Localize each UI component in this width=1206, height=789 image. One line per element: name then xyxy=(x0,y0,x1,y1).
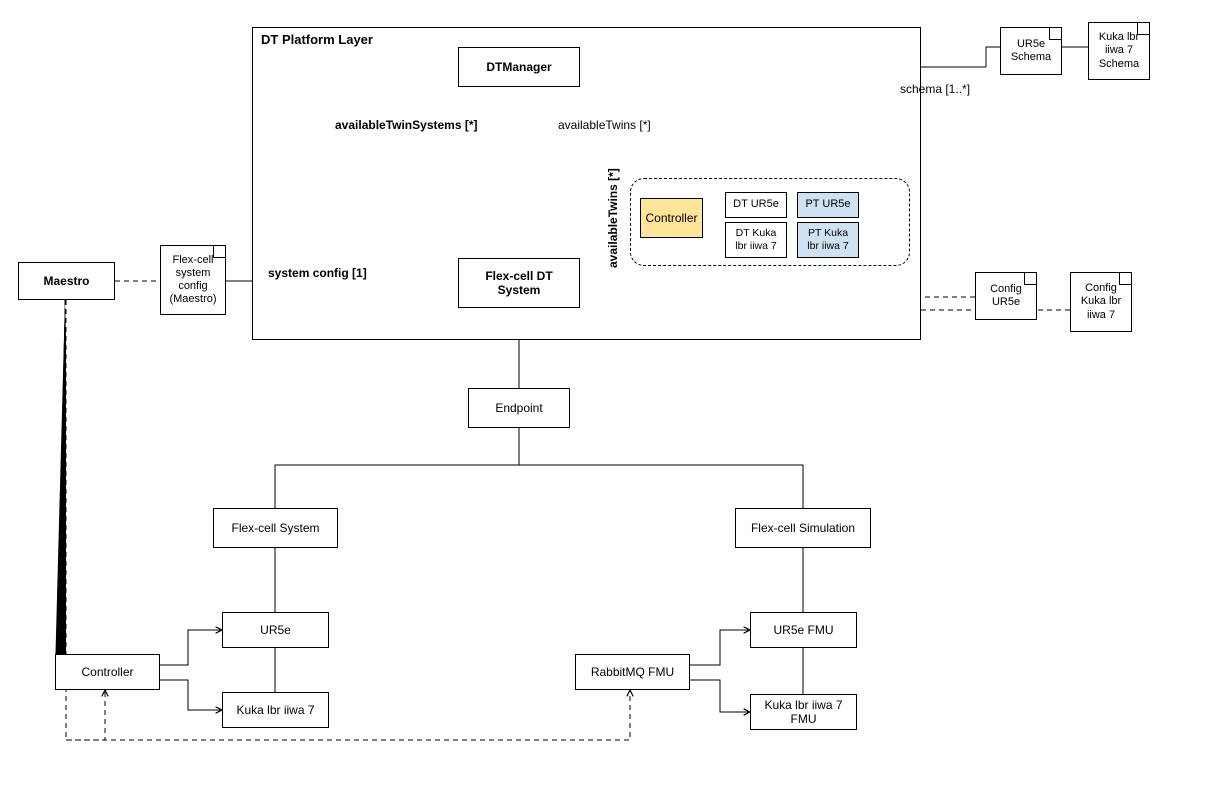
label-available-twins-v: availableTwins [*] xyxy=(606,268,706,282)
maestro-box: Maestro xyxy=(18,262,115,300)
label-available-twins-h: availableTwins [*] xyxy=(558,118,651,132)
kuka-box: Kuka lbr iiwa 7 xyxy=(222,692,329,728)
ur5e-box: UR5e xyxy=(222,612,329,648)
config-kuka-note: Config Kuka lbr iiwa 7 xyxy=(1070,272,1132,332)
ur5e-fmu-box: UR5e FMU xyxy=(750,612,857,648)
flexcell-simulation-box: Flex-cell Simulation xyxy=(735,508,871,548)
flexcell-config-note: Flex-cell system config (Maestro) xyxy=(160,245,226,315)
flexcell-system-label: Flex-cell System xyxy=(231,521,319,535)
pt-ur5e-box: PT UR5e xyxy=(797,192,859,218)
kuka-fmu-label: Kuka lbr iiwa 7 FMU xyxy=(755,698,852,727)
label-available-twin-systems: availableTwinSystems [*] xyxy=(335,118,478,132)
controller-inner-box: Controller xyxy=(640,198,703,238)
flexcell-dt-system-box: Flex-cell DT System xyxy=(458,258,580,308)
endpoint-box: Endpoint xyxy=(468,388,570,428)
ur5e-schema-note: UR5e Schema xyxy=(1000,27,1062,75)
label-available-twin-systems-text: availableTwinSystems [*] xyxy=(335,118,478,132)
config-ur5e-label: Config UR5e xyxy=(982,283,1030,309)
kuka-schema-note: Kuka lbr iiwa 7 Schema xyxy=(1088,22,1150,80)
kuka-label: Kuka lbr iiwa 7 xyxy=(236,703,314,717)
rabbitmq-fmu-box: RabbitMQ FMU xyxy=(575,654,690,690)
config-kuka-label: Config Kuka lbr iiwa 7 xyxy=(1077,282,1125,322)
label-available-twins-h-text: availableTwins [*] xyxy=(558,118,651,132)
config-ur5e-note: Config UR5e xyxy=(975,272,1037,320)
endpoint-label: Endpoint xyxy=(495,401,542,415)
controller-inner-label: Controller xyxy=(645,211,697,225)
dtmanager-label: DTManager xyxy=(486,60,551,74)
layer-title: DT Platform Layer xyxy=(261,32,373,47)
label-schema: schema [1..*] xyxy=(900,82,970,96)
dtmanager-box: DTManager xyxy=(458,47,580,87)
ur5e-fmu-label: UR5e FMU xyxy=(773,623,833,637)
pt-kuka-label: PT Kuka lbr iiwa 7 xyxy=(802,227,854,252)
controller-label: Controller xyxy=(81,665,133,679)
ur5e-schema-label: UR5e Schema xyxy=(1007,38,1055,64)
dt-ur5e-label: DT UR5e xyxy=(733,198,779,211)
flexcell-dt-system-label: Flex-cell DT System xyxy=(463,269,575,298)
label-available-twins-v-text: availableTwins [*] xyxy=(606,168,620,268)
dt-ur5e-box: DT UR5e xyxy=(725,192,787,218)
diagram-stage: DT Platform Layer DTManager Flex-cell DT… xyxy=(0,0,1206,789)
pt-ur5e-label: PT UR5e xyxy=(805,198,850,211)
label-system-config: system config [1] xyxy=(268,266,367,280)
flexcell-system-box: Flex-cell System xyxy=(213,508,338,548)
flexcell-simulation-label: Flex-cell Simulation xyxy=(751,521,855,535)
pt-kuka-box: PT Kuka lbr iiwa 7 xyxy=(797,222,859,258)
label-schema-text: schema [1..*] xyxy=(900,82,970,96)
ur5e-label: UR5e xyxy=(260,623,291,637)
rabbitmq-fmu-label: RabbitMQ FMU xyxy=(591,665,674,679)
label-system-config-text: system config [1] xyxy=(268,266,367,280)
kuka-schema-label: Kuka lbr iiwa 7 Schema xyxy=(1095,31,1143,71)
dt-kuka-box: DT Kuka lbr iiwa 7 xyxy=(725,222,787,258)
maestro-label: Maestro xyxy=(43,274,89,288)
flexcell-config-note-label: Flex-cell system config (Maestro) xyxy=(167,254,219,307)
dt-kuka-label: DT Kuka lbr iiwa 7 xyxy=(730,227,782,252)
controller-box: Controller xyxy=(55,654,160,690)
kuka-fmu-box: Kuka lbr iiwa 7 FMU xyxy=(750,694,857,730)
